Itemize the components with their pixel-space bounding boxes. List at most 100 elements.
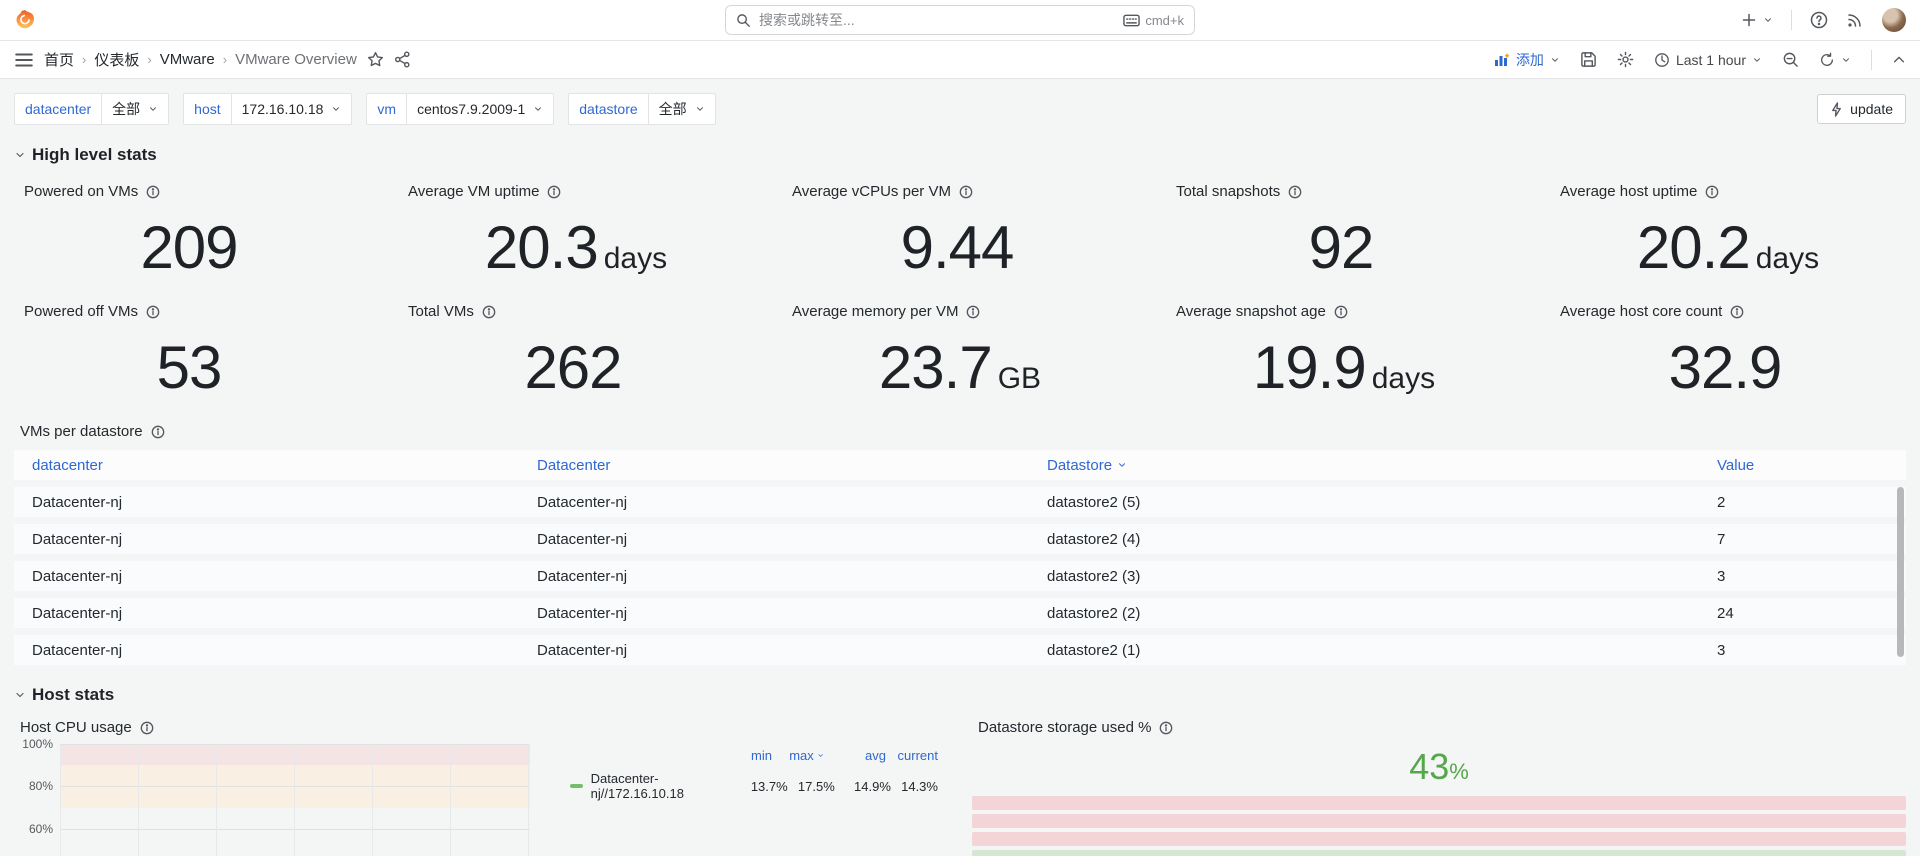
table-header-row: datacenter Datacenter Datastore Value [14, 450, 1906, 480]
cell-datastore: datastore2 (1) [1047, 641, 1141, 659]
info-icon[interactable] [146, 185, 160, 199]
grafana-logo-icon[interactable] [14, 9, 36, 31]
legend-col-avg[interactable]: avg [824, 748, 886, 763]
help-icon[interactable] [1810, 11, 1828, 29]
settings-gear-icon[interactable] [1617, 51, 1634, 68]
add-panel-button[interactable]: 添加 [1494, 50, 1560, 70]
stat-average-snapshot-age: Average snapshot age 19.9 days [1152, 289, 1536, 409]
cell-value: 3 [1717, 567, 1726, 585]
top-bar: cmd+k [0, 0, 1920, 41]
threshold-band-red [60, 744, 530, 765]
breadcrumb-home[interactable]: 首页 [44, 49, 74, 70]
breadcrumb-separator: › [147, 52, 152, 67]
star-icon[interactable] [367, 51, 384, 68]
section-high-level-stats[interactable]: High level stats [0, 135, 1920, 169]
panel-title: VMs per datastore [20, 423, 143, 440]
variable-datastore-select[interactable]: 全部 [648, 93, 716, 125]
stat-unit: days [1371, 362, 1436, 395]
user-avatar[interactable] [1882, 8, 1906, 32]
cpu-time-series-chart[interactable]: 100% 80% 60% [22, 737, 530, 856]
template-variables-row: datacenter 全部 host 172.16.10.18 vm cento… [0, 79, 1920, 135]
stat-value: 209 [140, 214, 238, 281]
time-range-picker[interactable]: Last 1 hour [1654, 52, 1762, 68]
variable-vm-label: vm [366, 93, 408, 125]
info-icon[interactable] [482, 305, 496, 319]
refresh-button[interactable] [1819, 52, 1851, 68]
cell-datastore: datastore2 (2) [1047, 604, 1141, 622]
cell-value: 3 [1717, 641, 1726, 659]
info-icon[interactable] [959, 185, 973, 199]
gauge-row-red [972, 796, 1906, 810]
update-button[interactable]: update [1817, 94, 1906, 124]
series-max: 17.5% [797, 778, 835, 794]
legend-col-min[interactable]: min [720, 748, 772, 763]
save-icon[interactable] [1580, 51, 1597, 68]
host-cpu-usage-panel: Host CPU usage 100% 80% 60% min max avg … [14, 709, 948, 856]
stat-value: 20.2 [1636, 214, 1751, 281]
stat-value: 53 [156, 334, 223, 401]
column-header-datastore[interactable]: Datastore [1029, 457, 1699, 474]
legend-col-current[interactable]: current [886, 748, 938, 763]
panel-title: Datastore storage used % [978, 719, 1152, 736]
search-bar[interactable]: cmd+k [725, 5, 1195, 35]
series-name[interactable]: Datacenter-nj//172.16.10.18 [591, 771, 737, 801]
breadcrumb-separator: › [222, 52, 228, 67]
variable-host-select[interactable]: 172.16.10.18 [231, 93, 353, 125]
info-icon[interactable] [966, 305, 980, 319]
collapse-up-icon[interactable] [1892, 53, 1906, 67]
dashboard-nav-bar: 首页 › 仪表板 › VMware › VMware Overview 添加 L… [0, 41, 1920, 79]
variable-datacenter-label: datacenter [14, 93, 103, 125]
variable-datacenter: datacenter 全部 [14, 93, 170, 125]
table-scrollbar[interactable] [1897, 487, 1904, 657]
info-icon[interactable] [1334, 305, 1348, 319]
y-axis-tick: 60% [28, 822, 53, 836]
series-current: 14.3% [901, 778, 938, 794]
new-button[interactable] [1741, 12, 1773, 28]
zoom-out-icon[interactable] [1782, 51, 1799, 68]
panel-title: Host CPU usage [20, 719, 132, 736]
section-host-stats[interactable]: Host stats [0, 675, 1920, 709]
table-row: Datacenter-nj Datacenter-nj datastore2 (… [14, 524, 1906, 554]
chevron-down-icon [150, 107, 157, 111]
breadcrumb-dashboards[interactable]: 仪表板 [94, 49, 139, 70]
column-header-value[interactable]: Value [1699, 457, 1906, 474]
stat-title: Total snapshots [1176, 183, 1281, 200]
chevron-down-icon [1754, 57, 1760, 62]
cell-datacenter-var: Datacenter-nj [32, 530, 123, 548]
variable-host: host 172.16.10.18 [183, 93, 353, 125]
info-icon[interactable] [1730, 305, 1744, 319]
cell-datacenter: Datacenter-nj [537, 641, 628, 659]
info-icon[interactable] [146, 305, 160, 319]
stat-title: Average memory per VM [792, 303, 959, 320]
vms-table: datacenter Datacenter Datastore Value Da… [14, 450, 1906, 665]
info-icon[interactable] [1705, 185, 1719, 199]
column-header-datacenter[interactable]: Datacenter [519, 457, 1029, 474]
chevron-down-icon [1551, 57, 1558, 62]
variable-vm-select[interactable]: centos7.9.2009-1 [407, 93, 555, 125]
keyboard-icon [1123, 14, 1141, 26]
info-icon[interactable] [151, 425, 165, 439]
breadcrumb: 首页 › 仪表板 › VMware › VMware Overview [44, 49, 357, 70]
legend-series-row: Datacenter-nj//172.16.10.18 13.7% 17.5% … [570, 771, 938, 801]
stat-average-vm-uptime: Average VM uptime 20.3 days [384, 169, 768, 289]
plus-icon [1742, 13, 1756, 27]
variable-datacenter-select[interactable]: 全部 [102, 93, 170, 125]
series-min: 13.7% [750, 778, 788, 794]
info-icon[interactable] [547, 185, 561, 199]
info-icon[interactable] [1288, 185, 1302, 199]
stats-grid: Powered on VMs 209 Average VM uptime 20.… [0, 169, 1920, 409]
news-icon[interactable] [1846, 11, 1864, 29]
info-icon[interactable] [1159, 721, 1173, 735]
legend-col-max[interactable]: max [772, 748, 824, 763]
search-input[interactable] [759, 12, 1116, 28]
share-icon[interactable] [394, 51, 411, 68]
column-header-datacenter-var[interactable]: datacenter [14, 457, 519, 474]
stat-average-host-uptime: Average host uptime 20.2 days [1536, 169, 1920, 289]
gauge-row-green [972, 850, 1906, 856]
info-icon[interactable] [140, 721, 154, 735]
search-shortcut: cmd+k [1123, 13, 1184, 28]
stat-title: Average host uptime [1560, 183, 1698, 200]
breadcrumb-vmware[interactable]: VMware [160, 51, 215, 68]
stat-value: 92 [1308, 214, 1375, 281]
menu-icon[interactable] [14, 50, 34, 70]
